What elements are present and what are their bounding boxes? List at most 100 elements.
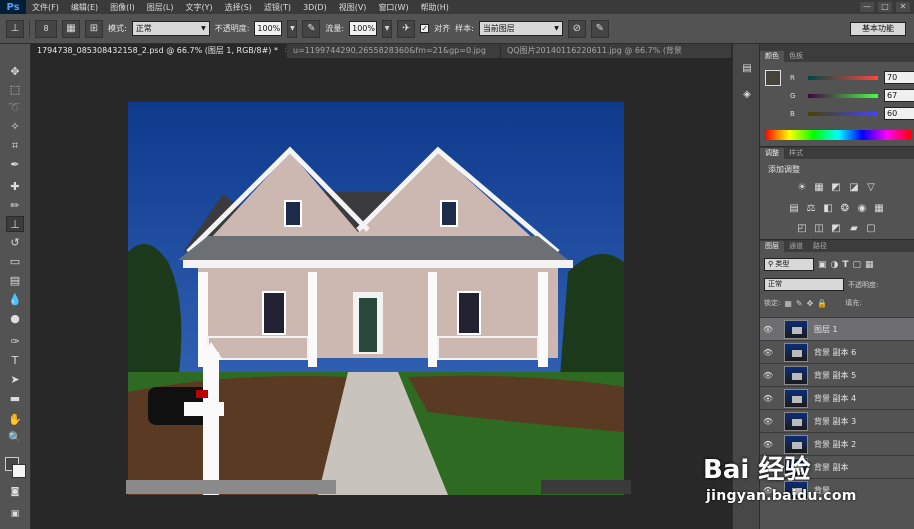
mode-select[interactable]: 正常 ▼: [131, 21, 210, 36]
smart-object-filter-icon[interactable]: ▦: [865, 260, 874, 270]
marquee-tool-icon[interactable]: ⬚: [6, 82, 24, 98]
layer-row[interactable]: 👁 图层 1: [760, 317, 914, 340]
tab-document-psd[interactable]: 1794738_085308432158_2.psd @ 66.7% (图层 1…: [31, 44, 287, 58]
layer-row[interactable]: 👁 背景 副本 5: [760, 363, 914, 386]
clone-stamp-tool-icon[interactable]: ⊥: [6, 216, 24, 232]
menu-view[interactable]: 视图(V): [333, 2, 373, 13]
visibility-eye-icon[interactable]: 👁: [760, 348, 776, 357]
channel-mixer-icon[interactable]: ◉: [856, 203, 868, 214]
ignore-adjustment-layers-icon[interactable]: ⊘: [567, 19, 586, 38]
layer-name[interactable]: 背景 副本 4: [814, 393, 856, 404]
quick-mask-icon[interactable]: ◙: [6, 484, 24, 500]
green-value-input[interactable]: 67: [884, 89, 914, 102]
lasso-tool-icon[interactable]: ➰: [6, 100, 24, 116]
pixel-filter-icon[interactable]: ▣: [818, 260, 827, 270]
pressure-size-icon[interactable]: ✎: [590, 19, 609, 38]
workspace-select[interactable]: 基本功能: [850, 22, 906, 36]
clone-source-icon[interactable]: ⊞: [85, 19, 103, 38]
menu-filter[interactable]: 滤镜(T): [258, 2, 297, 13]
layer-name[interactable]: 背景 副本 5: [814, 370, 856, 381]
clone-stamp-tool-preset-icon[interactable]: ⊥: [6, 19, 24, 38]
menu-window[interactable]: 窗口(W): [372, 2, 414, 13]
opacity-input[interactable]: 100%: [254, 21, 283, 36]
green-slider[interactable]: [808, 93, 878, 98]
visibility-eye-icon[interactable]: 👁: [760, 371, 776, 380]
opacity-dropdown-icon[interactable]: ▼: [287, 19, 298, 38]
tab-paths[interactable]: 路径: [808, 241, 832, 252]
adjustment-filter-icon[interactable]: ◑: [831, 260, 839, 270]
pen-tool-icon[interactable]: ✑: [6, 334, 24, 350]
lock-all-icon[interactable]: 🔒: [817, 299, 827, 308]
invert-icon[interactable]: ◰: [796, 223, 808, 234]
vibrance-icon[interactable]: ▽: [865, 182, 877, 193]
foreground-color-preview[interactable]: [765, 70, 781, 86]
screen-mode-icon[interactable]: ▣: [6, 506, 24, 522]
posterize-icon[interactable]: ◫: [813, 223, 825, 234]
layer-name[interactable]: 背景 副本 2: [814, 439, 856, 450]
path-selection-tool-icon[interactable]: ➤: [6, 372, 24, 388]
magic-wand-tool-icon[interactable]: ✧: [6, 119, 24, 135]
maximize-button[interactable]: □: [878, 2, 892, 12]
history-brush-tool-icon[interactable]: ↺: [6, 235, 24, 251]
lock-image-icon[interactable]: ✎: [796, 299, 803, 308]
menu-3d[interactable]: 3D(D): [297, 3, 333, 12]
type-tool-icon[interactable]: T: [6, 353, 24, 369]
eraser-tool-icon[interactable]: ▭: [6, 254, 24, 270]
tab-layers[interactable]: 图层: [760, 241, 784, 252]
minimize-button[interactable]: —: [860, 2, 874, 12]
visibility-eye-icon[interactable]: 👁: [760, 417, 776, 426]
tab-styles[interactable]: 样式: [784, 148, 808, 159]
menu-image[interactable]: 图像(I): [104, 2, 141, 13]
layer-row[interactable]: 👁 背景 副本 6: [760, 340, 914, 363]
brush-panel-icon[interactable]: ▦: [62, 19, 80, 38]
brightness-contrast-icon[interactable]: ☀: [796, 182, 808, 193]
threshold-icon[interactable]: ◩: [830, 223, 842, 234]
lock-transparent-icon[interactable]: ▦: [784, 299, 792, 308]
flow-dropdown-icon[interactable]: ▼: [382, 19, 393, 38]
flow-input[interactable]: 100%: [349, 21, 378, 36]
lock-position-icon[interactable]: ✥: [807, 299, 814, 308]
visibility-eye-icon[interactable]: 👁: [760, 325, 776, 334]
hue-saturation-icon[interactable]: ▤: [788, 203, 800, 214]
blue-slider[interactable]: [808, 111, 878, 116]
close-button[interactable]: ✕: [896, 2, 910, 12]
color-lookup-icon[interactable]: ▦: [873, 203, 885, 214]
canvas-area[interactable]: [31, 58, 732, 529]
tab-document-qq[interactable]: QQ图片20140116220611.jpg @ 66.7% (背景: [501, 44, 732, 58]
tab-channels[interactable]: 通道: [784, 241, 808, 252]
eyedropper-tool-icon[interactable]: ✒: [6, 157, 24, 173]
crop-tool-icon[interactable]: ⌗: [6, 138, 24, 154]
menu-edit[interactable]: 编辑(E): [65, 2, 104, 13]
pressure-opacity-icon[interactable]: ✎: [302, 19, 321, 38]
visibility-eye-icon[interactable]: 👁: [760, 394, 776, 403]
shape-filter-icon[interactable]: ▢: [853, 260, 862, 270]
gradient-map-icon[interactable]: ▰: [848, 223, 860, 234]
sample-select[interactable]: 当前图层 ▼: [478, 21, 563, 36]
dodge-tool-icon[interactable]: ●: [6, 311, 24, 327]
curves-icon[interactable]: ◩: [830, 182, 842, 193]
layer-kind-filter[interactable]: ⚲ 类型: [764, 258, 814, 271]
zoom-tool-icon[interactable]: 🔍: [6, 430, 24, 446]
photo-filter-icon[interactable]: ❂: [839, 203, 851, 214]
tab-swatches[interactable]: 色板: [784, 51, 808, 62]
healing-brush-tool-icon[interactable]: ✚: [6, 179, 24, 195]
tab-adjustments[interactable]: 调整: [760, 148, 784, 159]
exposure-icon[interactable]: ◪: [848, 182, 860, 193]
color-spectrum-ramp[interactable]: [765, 130, 911, 140]
brush-size-picker[interactable]: 8: [35, 19, 57, 38]
menu-select[interactable]: 选择(S): [219, 2, 258, 13]
tab-color[interactable]: 颜色: [760, 51, 784, 62]
menu-file[interactable]: 文件(F): [26, 2, 65, 13]
move-tool-icon[interactable]: ✥: [6, 64, 24, 80]
type-filter-icon[interactable]: T: [842, 260, 848, 270]
red-slider[interactable]: [808, 75, 878, 80]
visibility-eye-icon[interactable]: 👁: [760, 440, 776, 449]
brush-tool-icon[interactable]: ✏: [6, 198, 24, 214]
red-value-input[interactable]: 70: [884, 71, 914, 84]
properties-panel-icon[interactable]: ◈: [738, 86, 756, 104]
tab-document-jpg[interactable]: u=1199744290,2655828360&fm=21&gp=0.jpg: [287, 44, 501, 58]
layer-name[interactable]: 背景 副本 3: [814, 416, 856, 427]
menu-help[interactable]: 帮助(H): [415, 2, 455, 13]
levels-icon[interactable]: ▦: [813, 182, 825, 193]
blur-tool-icon[interactable]: 💧: [6, 292, 24, 308]
